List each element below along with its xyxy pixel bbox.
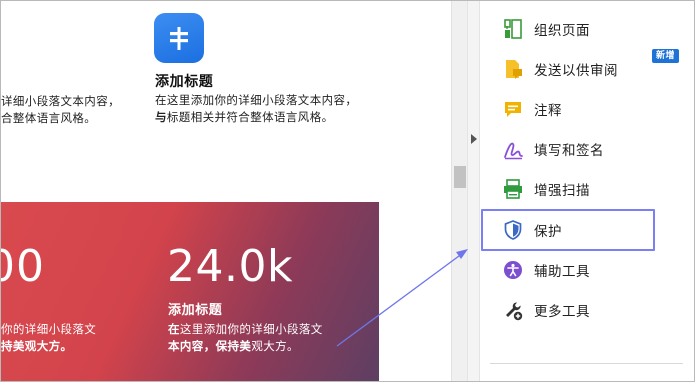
scrollbar-thumb[interactable] [454, 166, 466, 188]
hero-banner: 00 你的详细小段落文 持美观大方。 24.0k 添加标题 在这里添加你的详细小… [1, 202, 379, 381]
feature-desc-line: 在这里添加你的详细小段落文本内容， [155, 93, 358, 107]
vertical-scrollbar[interactable] [451, 1, 467, 381]
accessibility-icon [502, 259, 524, 281]
feature-desc-line: 与标题相关并符合整体语言风格。 [155, 109, 357, 126]
hero-description: 在这里添加你的详细小段落文 本内容，保持美观大方。 [168, 321, 323, 355]
tool-enhance-scan[interactable]: 增强扫描 [480, 169, 694, 209]
hero-desc-rest: 观大方。 [251, 339, 299, 353]
left-text-line: 合整体语言风格。 [1, 111, 97, 125]
left-column-text: 详细小段落文本内容， 合整体语言风格。 [1, 93, 120, 127]
hero-desc-line: 在这里添加你的详细小段落文 [168, 321, 323, 338]
organize-pages-icon [502, 18, 524, 40]
tool-label: 更多工具 [534, 304, 590, 320]
tool-label: 发送以供审阅 [534, 63, 618, 79]
hero-left-text: 你的详细小段落文 持美观大方。 [1, 321, 96, 355]
tool-fill-and-sign[interactable]: 填写和签名 [480, 129, 694, 169]
tool-label: 辅助工具 [534, 264, 590, 280]
tool-organize-pages[interactable]: 组织页面 [480, 9, 694, 49]
left-text-line: 详细小段落文本内容， [1, 94, 120, 108]
tool-more-tools[interactable]: 更多工具 [480, 290, 694, 330]
hero-stat-number: 24.0k [167, 241, 293, 292]
tool-label: 注释 [534, 103, 562, 119]
tool-comment[interactable]: 注释 [480, 89, 694, 129]
tool-label: 填写和签名 [534, 143, 604, 159]
enhance-scan-icon [502, 178, 524, 200]
hero-left-number: 00 [1, 241, 45, 292]
tool-label: 组织页面 [534, 23, 590, 39]
feature-title: 添加标题 [155, 74, 214, 90]
tool-accessibility[interactable]: 辅助工具 [480, 250, 694, 290]
app-window: 详细小段落文本内容， 合整体语言风格。 添加标题 在这里添加你的详细小段落文本内… [0, 0, 695, 382]
comment-icon [502, 98, 524, 120]
fill-sign-icon [502, 138, 524, 160]
send-for-review-icon [502, 58, 524, 80]
feature-desc-rest: 标题相关并符合整体语言风格。 [166, 110, 334, 124]
protect-highlight-box [481, 209, 655, 251]
hero-left-line: 持美观大方。 [1, 339, 73, 353]
more-tools-icon [502, 299, 524, 321]
hero-desc-bold: 本内容，保持美 [168, 339, 252, 353]
chevron-right-icon[interactable] [471, 134, 477, 144]
tool-label: 增强扫描 [534, 183, 590, 199]
hero-desc-rest: 这里添加你的详细小段落文 [179, 322, 323, 336]
hero-desc-bold: 在 [168, 322, 180, 336]
hero-title: 添加标题 [168, 303, 223, 318]
signpost-icon [154, 13, 204, 63]
panel-divider [490, 363, 683, 364]
feature-desc-bold: 与 [155, 110, 167, 124]
new-badge: 新增 [652, 49, 680, 63]
hero-desc-line: 本内容，保持美观大方。 [168, 338, 323, 355]
document-canvas[interactable]: 详细小段落文本内容， 合整体语言风格。 添加标题 在这里添加你的详细小段落文本内… [1, 1, 451, 381]
panel-collapse-handle[interactable] [467, 1, 480, 381]
feature-description: 在这里添加你的详细小段落文本内容， 与标题相关并符合整体语言风格。 [155, 92, 357, 126]
hero-left-line: 你的详细小段落文 [1, 322, 97, 336]
tools-panel: 组织页面 发送以供审阅 注释 填写和签名 增强扫描 保护 辅助工具 更多工具 新… [480, 1, 694, 381]
